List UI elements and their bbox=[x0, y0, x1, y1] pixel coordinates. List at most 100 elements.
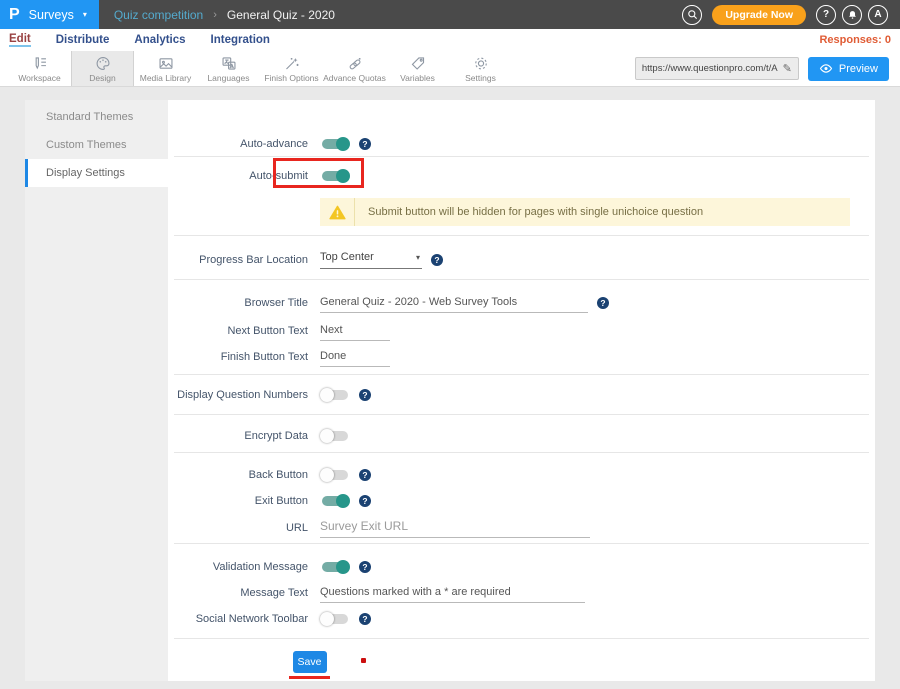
row-exit-url: URL bbox=[172, 514, 871, 541]
survey-url-box[interactable]: https://www.questionpro.com/t/APNrFZ ✎ bbox=[635, 57, 799, 80]
exit-url-input[interactable] bbox=[320, 517, 590, 538]
row-encrypt-data: Encrypt Data bbox=[172, 423, 871, 449]
social-network-toolbar-toggle[interactable] bbox=[320, 612, 350, 626]
auto-advance-toggle[interactable] bbox=[320, 137, 350, 151]
settings-gear-icon bbox=[472, 55, 490, 72]
exit-button-toggle[interactable] bbox=[320, 494, 350, 508]
survey-url-text[interactable]: https://www.questionpro.com/t/APNrFZ bbox=[642, 63, 778, 74]
surveys-menu-label: Surveys bbox=[29, 8, 74, 22]
design-panel: Standard Themes Custom Themes Display Se… bbox=[25, 100, 875, 681]
toolbar-item-languages[interactable]: Languages bbox=[197, 51, 260, 86]
sidebar-item-standard-themes[interactable]: Standard Themes bbox=[25, 103, 168, 131]
auto-advance-help-icon[interactable]: ? bbox=[359, 138, 371, 150]
progress-bar-help-icon[interactable]: ? bbox=[431, 254, 443, 266]
eye-icon bbox=[819, 63, 833, 74]
validation-message-help-icon[interactable]: ? bbox=[359, 561, 371, 573]
divider bbox=[174, 452, 869, 453]
annotation-red-dot bbox=[361, 658, 366, 663]
validation-message-toggle[interactable] bbox=[320, 560, 350, 574]
display-settings-form: Auto-advance ? Auto-submit Submit button… bbox=[168, 100, 875, 681]
bell-icon bbox=[847, 9, 858, 21]
responses-count: Responses: 0 bbox=[819, 34, 891, 46]
warning-triangle-icon bbox=[329, 205, 346, 220]
sidebar-item-display-settings[interactable]: Display Settings bbox=[25, 159, 168, 187]
toolbar-item-settings[interactable]: Settings bbox=[449, 51, 512, 86]
toolbar-item-design[interactable]: Design bbox=[71, 51, 134, 86]
divider bbox=[174, 414, 869, 415]
message-text-label: Message Text bbox=[172, 587, 308, 599]
finish-button-text-label: Finish Button Text bbox=[172, 351, 308, 363]
upgrade-now-button[interactable]: Upgrade Now bbox=[712, 5, 806, 25]
browser-title-help-icon[interactable]: ? bbox=[597, 297, 609, 309]
breadcrumb-folder[interactable]: Quiz competition bbox=[114, 8, 203, 22]
breadcrumb: Quiz competition › General Quiz - 2020 bbox=[114, 8, 335, 22]
row-browser-title: Browser Title ? bbox=[172, 290, 871, 316]
finish-button-text-input[interactable] bbox=[320, 348, 390, 367]
divider bbox=[174, 543, 869, 544]
variables-icon bbox=[409, 55, 427, 72]
auto-submit-label: Auto-submit bbox=[172, 170, 308, 182]
tab-distribute[interactable]: Distribute bbox=[56, 34, 110, 46]
top-bar: P Surveys ▾ Quiz competition › General Q… bbox=[0, 0, 900, 29]
encrypt-data-label: Encrypt Data bbox=[172, 430, 308, 442]
progress-bar-location-label: Progress Bar Location bbox=[172, 254, 308, 266]
progress-bar-location-select[interactable]: Top Center ▾ bbox=[320, 251, 422, 269]
workspace-icon bbox=[31, 55, 49, 72]
row-back-button: Back Button ? bbox=[172, 462, 871, 488]
display-question-numbers-toggle[interactable] bbox=[320, 388, 350, 402]
row-finish-button-text: Finish Button Text bbox=[172, 344, 871, 370]
display-question-numbers-label: Display Question Numbers bbox=[172, 389, 308, 401]
questionpro-logo: P bbox=[9, 7, 20, 23]
auto-submit-warning-banner: Submit button will be hidden for pages w… bbox=[320, 198, 850, 226]
search-button[interactable] bbox=[682, 5, 702, 25]
toolbar-item-variables[interactable]: Variables bbox=[386, 51, 449, 86]
divider bbox=[174, 638, 869, 639]
finish-options-icon bbox=[283, 55, 301, 72]
notifications-button[interactable] bbox=[842, 5, 862, 25]
edit-url-icon[interactable]: ✎ bbox=[783, 62, 792, 75]
back-button-toggle[interactable] bbox=[320, 468, 350, 482]
social-network-toolbar-help-icon[interactable]: ? bbox=[359, 613, 371, 625]
row-exit-button: Exit Button ? bbox=[172, 488, 871, 514]
annotation-red-underline bbox=[289, 676, 330, 679]
chevron-down-icon: ▾ bbox=[83, 10, 87, 19]
next-button-text-input[interactable] bbox=[320, 322, 390, 341]
breadcrumb-separator-icon: › bbox=[213, 9, 217, 21]
toolbar-right: https://www.questionpro.com/t/APNrFZ ✎ P… bbox=[635, 51, 900, 86]
media-library-icon bbox=[157, 55, 175, 72]
surveys-menu[interactable]: P Surveys ▾ bbox=[0, 0, 99, 29]
back-button-help-icon[interactable]: ? bbox=[359, 469, 371, 481]
row-social-network-toolbar: Social Network Toolbar ? bbox=[172, 606, 871, 632]
help-menu-button[interactable]: ? bbox=[816, 5, 836, 25]
tab-analytics[interactable]: Analytics bbox=[134, 34, 185, 46]
exit-button-label: Exit Button bbox=[172, 495, 308, 507]
auto-submit-toggle[interactable] bbox=[320, 169, 350, 183]
exit-button-help-icon[interactable]: ? bbox=[359, 495, 371, 507]
toolbar-item-finish-options[interactable]: Finish Options bbox=[260, 51, 323, 86]
save-button[interactable]: Save bbox=[293, 651, 327, 673]
toolbar-item-advance-quotas[interactable]: Advance Quotas bbox=[323, 51, 386, 86]
next-button-text-label: Next Button Text bbox=[172, 325, 308, 337]
breadcrumb-survey-title: General Quiz - 2020 bbox=[227, 8, 335, 22]
row-progress-bar-location: Progress Bar Location Top Center ▾ ? bbox=[172, 247, 871, 273]
design-icon bbox=[94, 55, 112, 72]
back-button-label: Back Button bbox=[172, 469, 308, 481]
tab-integration[interactable]: Integration bbox=[211, 34, 270, 46]
encrypt-data-toggle[interactable] bbox=[320, 429, 350, 443]
row-display-question-numbers: Display Question Numbers ? bbox=[172, 382, 871, 408]
preview-button[interactable]: Preview bbox=[808, 57, 889, 81]
row-validation-message: Validation Message ? bbox=[172, 554, 871, 580]
tab-edit[interactable]: Edit bbox=[9, 33, 31, 47]
toolbar-item-media-library[interactable]: Media Library bbox=[134, 51, 197, 86]
browser-title-input[interactable] bbox=[320, 294, 588, 313]
design-sidebar: Standard Themes Custom Themes Display Se… bbox=[25, 100, 168, 681]
toolbar-item-workspace[interactable]: Workspace bbox=[8, 51, 71, 86]
row-message-text: Message Text bbox=[172, 580, 871, 606]
search-icon bbox=[687, 9, 698, 20]
row-auto-submit: Auto-submit bbox=[172, 160, 871, 192]
message-text-input[interactable] bbox=[320, 584, 585, 603]
account-avatar[interactable]: A bbox=[868, 5, 888, 25]
sidebar-item-custom-themes[interactable]: Custom Themes bbox=[25, 131, 168, 159]
display-question-numbers-help-icon[interactable]: ? bbox=[359, 389, 371, 401]
browser-title-label: Browser Title bbox=[172, 297, 308, 309]
